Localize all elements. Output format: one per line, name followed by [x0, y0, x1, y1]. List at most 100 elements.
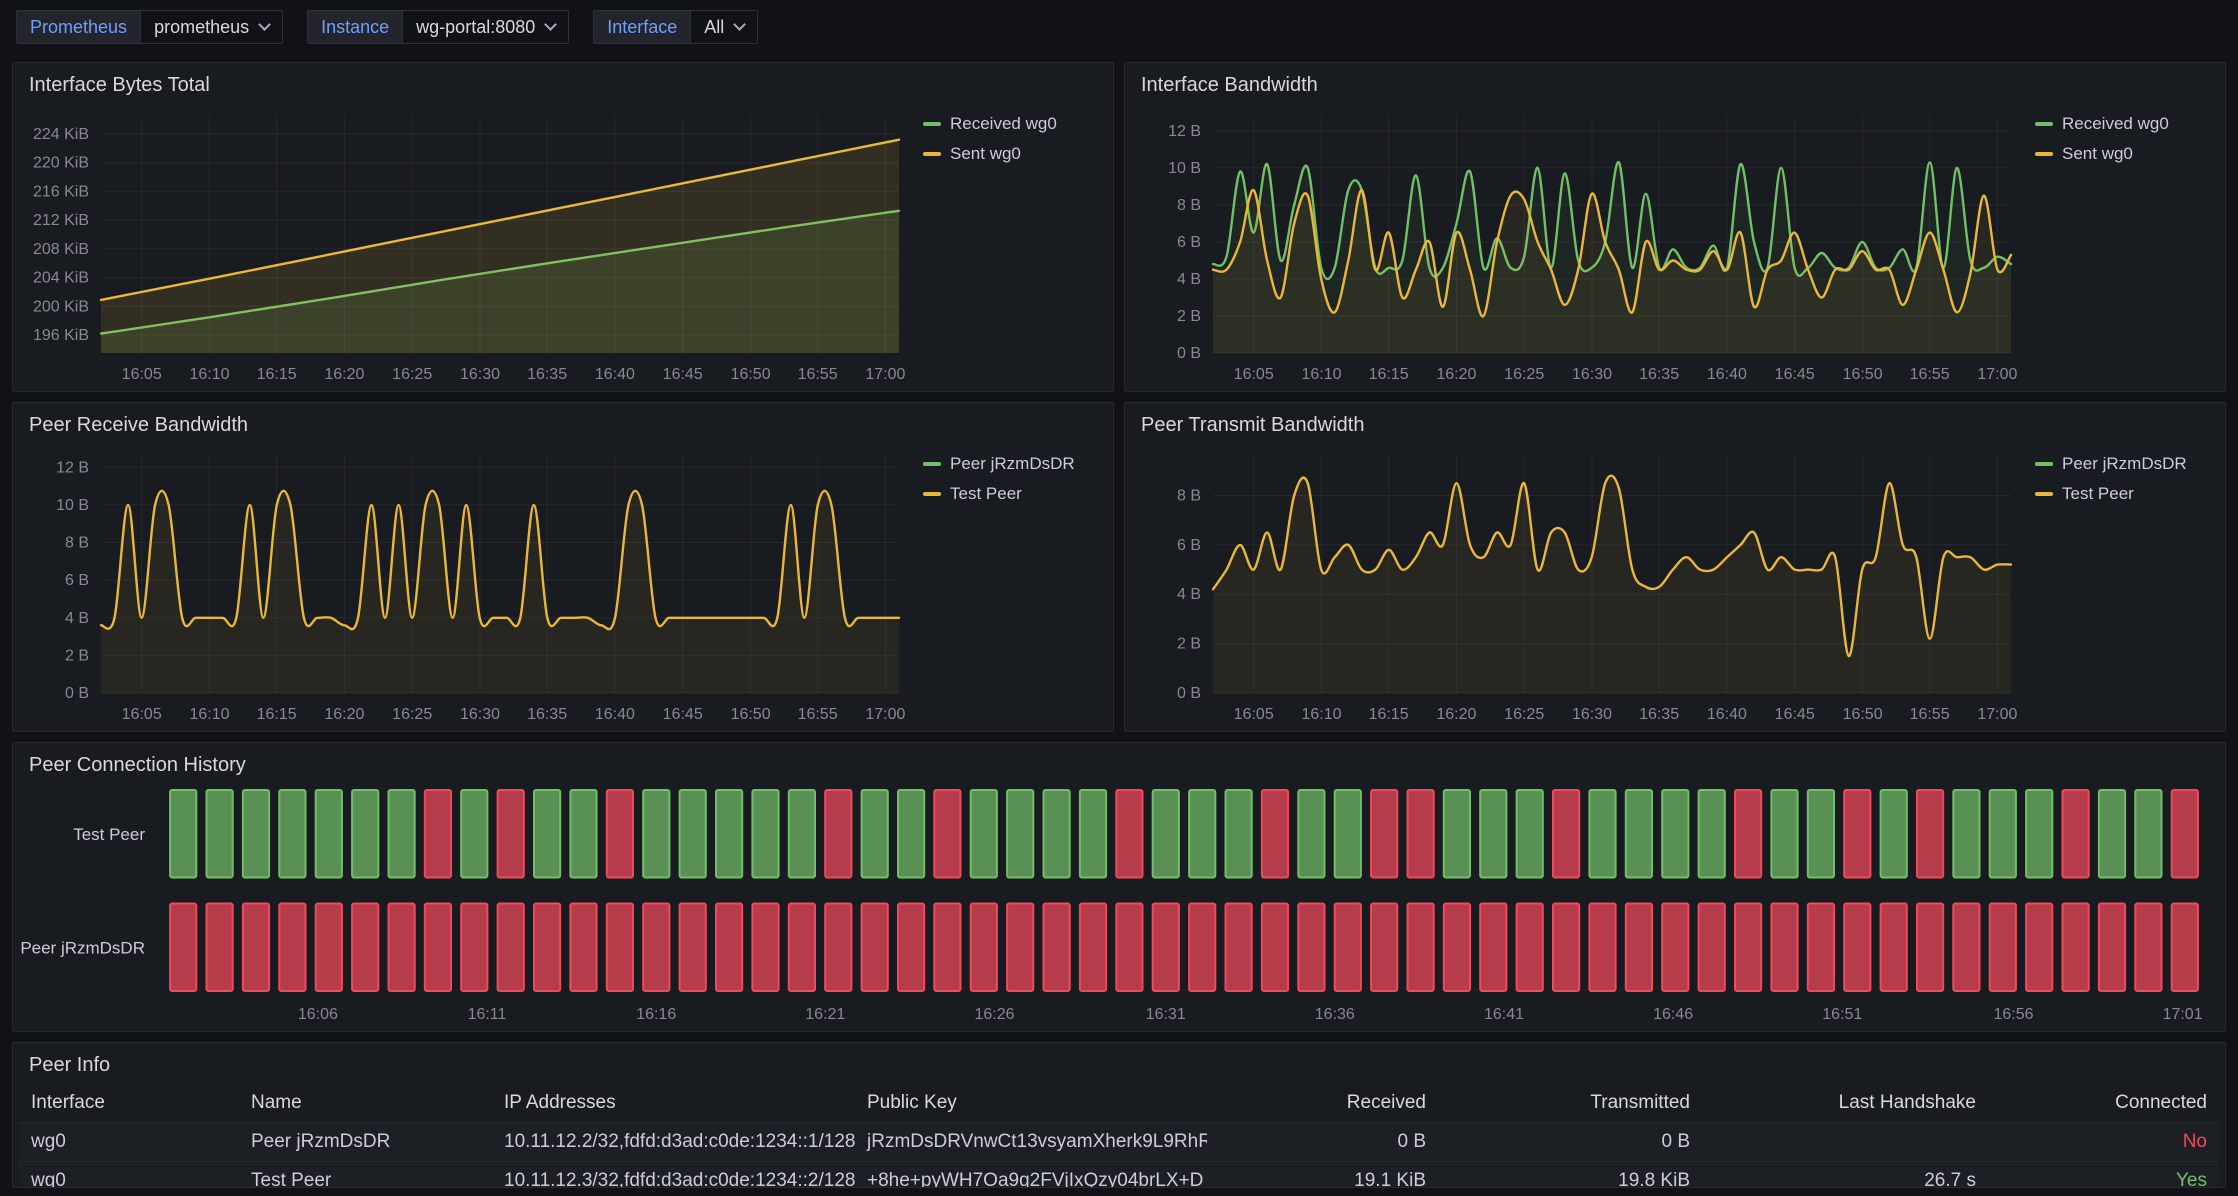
svg-text:212 KiB: 212 KiB	[33, 212, 89, 229]
column-header-name[interactable]: Name	[239, 1084, 492, 1122]
svg-text:16:45: 16:45	[663, 706, 703, 723]
cell-last-handshake: 26.7 s	[1702, 1162, 1988, 1188]
variable-interface: Interface All	[593, 10, 758, 44]
svg-text:16:30: 16:30	[460, 366, 500, 383]
series-color-swatch	[923, 492, 941, 496]
instance-dropdown[interactable]: wg-portal:8080	[402, 10, 569, 44]
column-header-public-key[interactable]: Public Key	[855, 1084, 1207, 1122]
cell-received: 0 B	[1207, 1123, 1438, 1161]
svg-text:16:31: 16:31	[1146, 1006, 1186, 1023]
series-color-swatch	[923, 152, 941, 156]
legend-item-peer-jrzmdsdr[interactable]: Peer jRzmDsDR	[923, 454, 1101, 474]
column-header-received[interactable]: Received	[1207, 1084, 1438, 1122]
panel-body: Test PeerPeer jRzmDsDR16:0616:1116:1616:…	[13, 782, 2225, 1031]
row-peer-info: Peer Info Interface Name IP Addresses Pu…	[12, 1042, 2226, 1188]
svg-text:6 B: 6 B	[1177, 234, 1201, 251]
panel-title-peer-transmit-bandwidth[interactable]: Peer Transmit Bandwidth	[1125, 403, 2225, 442]
svg-text:4 B: 4 B	[1177, 586, 1201, 603]
legend-label: Sent wg0	[950, 144, 1021, 164]
legend-item-test-peer[interactable]: Test Peer	[2035, 484, 2213, 504]
svg-text:16:25: 16:25	[1504, 366, 1544, 383]
row-peer-charts: Peer Receive Bandwidth 0 B2 B4 B6 B8 B10…	[12, 402, 2226, 732]
table-header-row: Interface Name IP Addresses Public Key R…	[19, 1084, 2219, 1122]
legend-item-sent-wg0[interactable]: Sent wg0	[2035, 144, 2213, 164]
dropdown-value: wg-portal:8080	[416, 17, 535, 38]
cell-public-key: +8he+pyWH7Oa9g2FVjIxQzy04brLX+D	[855, 1162, 1207, 1188]
svg-text:0 B: 0 B	[1177, 345, 1201, 362]
interface-bytes-total-chart[interactable]: 196 KiB200 KiB204 KiB208 KiB212 KiB216 K…	[15, 102, 913, 389]
legend-item-peer-jrzmdsdr[interactable]: Peer jRzmDsDR	[2035, 454, 2213, 474]
svg-text:17:00: 17:00	[865, 366, 905, 383]
svg-text:16:20: 16:20	[324, 706, 364, 723]
row-interface-charts: Interface Bytes Total 196 KiB200 KiB204 …	[12, 62, 2226, 392]
panel-body: 0 B2 B4 B6 B8 B10 B12 B16:0516:1016:1516…	[13, 442, 1113, 731]
svg-text:8 B: 8 B	[1177, 488, 1201, 505]
table-row-test-peer: wg0 Test Peer 10.11.12.3/32,fdfd:d3ad:c0…	[19, 1161, 2219, 1188]
variable-prometheus: Prometheus prometheus	[16, 10, 283, 44]
svg-text:16:25: 16:25	[392, 366, 432, 383]
panel-peer-connection-history: Peer Connection History Test PeerPeer jR…	[12, 742, 2226, 1032]
svg-text:16:21: 16:21	[805, 1006, 845, 1023]
panel-peer-transmit-bandwidth: Peer Transmit Bandwidth 0 B2 B4 B6 B8 B1…	[1124, 402, 2226, 732]
cell-interface: wg0	[19, 1123, 239, 1161]
svg-text:16:41: 16:41	[1484, 1006, 1524, 1023]
column-header-ip-addresses[interactable]: IP Addresses	[492, 1084, 855, 1122]
legend: Peer jRzmDsDR Test Peer	[913, 442, 1105, 729]
peer-receive-bandwidth-chart[interactable]: 0 B2 B4 B6 B8 B10 B12 B16:0516:1016:1516…	[15, 442, 913, 729]
svg-text:16:20: 16:20	[324, 366, 364, 383]
series-color-swatch	[2035, 122, 2053, 126]
panel-body: 196 KiB200 KiB204 KiB208 KiB212 KiB216 K…	[13, 102, 1113, 391]
series-color-swatch	[2035, 492, 2053, 496]
svg-text:2 B: 2 B	[1177, 308, 1201, 325]
peer-transmit-bandwidth-chart[interactable]: 0 B2 B4 B6 B8 B16:0516:1016:1516:2016:25…	[1127, 442, 2025, 729]
legend-label: Sent wg0	[2062, 144, 2133, 164]
cell-name: Test Peer	[239, 1162, 492, 1188]
column-header-interface[interactable]: Interface	[19, 1084, 239, 1122]
svg-text:16:36: 16:36	[1315, 1006, 1355, 1023]
svg-text:16:10: 16:10	[1301, 366, 1341, 383]
column-header-transmitted[interactable]: Transmitted	[1438, 1084, 1702, 1122]
svg-text:16:45: 16:45	[1775, 706, 1815, 723]
cell-ip-addresses: 10.11.12.3/32,fdfd:d3ad:c0de:1234::2/128	[492, 1162, 855, 1188]
svg-text:16:55: 16:55	[798, 706, 838, 723]
svg-text:16:10: 16:10	[1301, 706, 1341, 723]
prometheus-datasource-dropdown[interactable]: prometheus	[140, 10, 283, 44]
panel-title-peer-connection-history[interactable]: Peer Connection History	[13, 743, 2225, 782]
panel-interface-bytes-total: Interface Bytes Total 196 KiB200 KiB204 …	[12, 62, 1114, 392]
column-header-last-handshake[interactable]: Last Handshake	[1702, 1084, 1988, 1122]
dashboard-variables-bar: Prometheus prometheus Instance wg-portal…	[0, 0, 2238, 54]
svg-text:224 KiB: 224 KiB	[33, 126, 89, 143]
chevron-down-icon	[733, 18, 746, 31]
svg-text:16:15: 16:15	[1369, 366, 1409, 383]
panel-body: 0 B2 B4 B6 B8 B10 B12 B16:0516:1016:1516…	[1125, 102, 2225, 391]
svg-text:16:40: 16:40	[1707, 366, 1747, 383]
legend-item-test-peer[interactable]: Test Peer	[923, 484, 1101, 504]
svg-text:16:50: 16:50	[731, 366, 771, 383]
panel-title-interface-bytes-total[interactable]: Interface Bytes Total	[13, 63, 1113, 102]
svg-text:16:05: 16:05	[122, 366, 162, 383]
svg-text:17:00: 17:00	[1977, 366, 2017, 383]
legend-item-received-wg0[interactable]: Received wg0	[923, 114, 1101, 134]
legend-label: Received wg0	[950, 114, 1057, 134]
svg-text:17:00: 17:00	[1977, 706, 2017, 723]
dropdown-value: All	[704, 17, 724, 38]
legend: Peer jRzmDsDR Test Peer	[2025, 442, 2217, 729]
svg-text:16:50: 16:50	[1843, 706, 1883, 723]
table-row-peer-jrzmdsdr: wg0 Peer jRzmDsDR 10.11.12.2/32,fdfd:d3a…	[19, 1122, 2219, 1161]
legend: Received wg0 Sent wg0	[2025, 102, 2217, 389]
column-header-connected[interactable]: Connected	[1988, 1084, 2219, 1122]
panel-title-peer-info[interactable]: Peer Info	[13, 1043, 2225, 1082]
legend-item-sent-wg0[interactable]: Sent wg0	[923, 144, 1101, 164]
svg-text:16:35: 16:35	[527, 366, 567, 383]
panel-title-peer-receive-bandwidth[interactable]: Peer Receive Bandwidth	[13, 403, 1113, 442]
svg-text:4 B: 4 B	[65, 610, 89, 627]
interface-bandwidth-chart[interactable]: 0 B2 B4 B6 B8 B10 B12 B16:0516:1016:1516…	[1127, 102, 2025, 389]
legend-item-received-wg0[interactable]: Received wg0	[2035, 114, 2213, 134]
interface-dropdown[interactable]: All	[690, 10, 758, 44]
svg-text:6 B: 6 B	[1177, 537, 1201, 554]
cell-interface: wg0	[19, 1162, 239, 1188]
panel-title-interface-bandwidth[interactable]: Interface Bandwidth	[1125, 63, 2225, 102]
peer-connection-history-chart[interactable]: Test PeerPeer jRzmDsDR16:0616:1116:1616:…	[15, 782, 2217, 1029]
svg-text:2 B: 2 B	[65, 647, 89, 664]
svg-text:16:25: 16:25	[1504, 706, 1544, 723]
